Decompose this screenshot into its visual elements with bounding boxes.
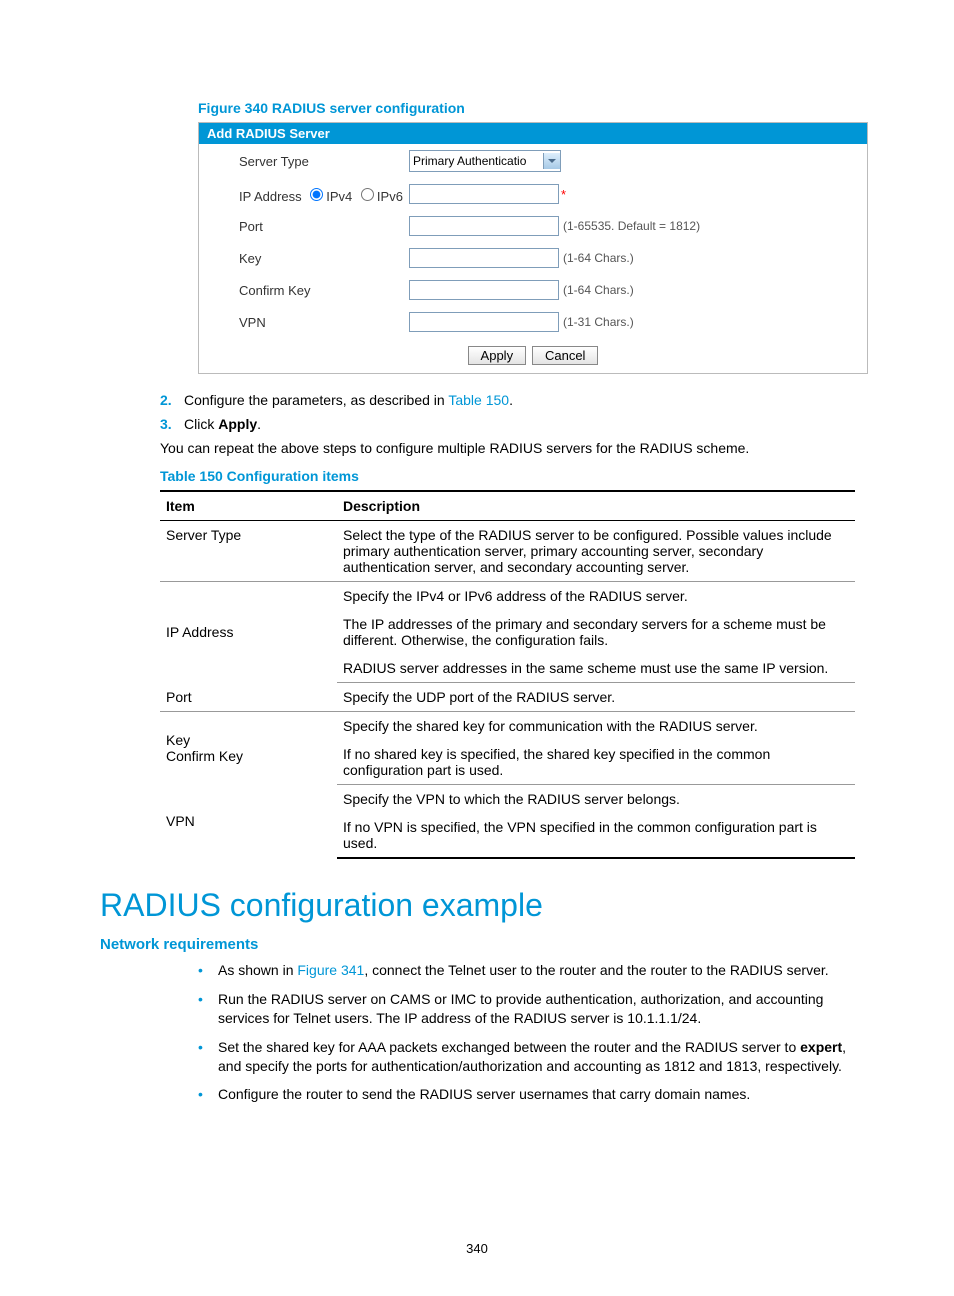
confirm-key-label: Confirm Key (239, 283, 409, 298)
r5-d2: If no VPN is specified, the VPN specifie… (337, 813, 855, 858)
table-150-link[interactable]: Table 150 (448, 392, 509, 408)
key-input[interactable] (409, 248, 559, 268)
vpn-input[interactable] (409, 312, 559, 332)
r2-d1: Specify the IPv4 or IPv6 address of the … (337, 582, 855, 611)
ip-address-input[interactable] (409, 184, 559, 204)
r2-d3: RADIUS server addresses in the same sche… (337, 654, 855, 683)
repeat-paragraph: You can repeat the above steps to config… (160, 440, 854, 456)
bullet-4: Configure the router to send the RADIUS … (198, 1085, 854, 1104)
cancel-button[interactable]: Cancel (532, 346, 598, 365)
r1-desc: Select the type of the RADIUS server to … (337, 521, 855, 582)
panel-title: Add RADIUS Server (199, 123, 867, 144)
r1-item: Server Type (160, 521, 337, 582)
vpn-label: VPN (239, 315, 409, 330)
confirm-key-input[interactable] (409, 280, 559, 300)
r3-desc: Specify the UDP port of the RADIUS serve… (337, 683, 855, 712)
key-hint: (1-64 Chars.) (563, 251, 634, 265)
th-desc: Description (337, 491, 855, 521)
chevron-down-icon[interactable] (543, 153, 560, 169)
r2-d2: The IP addresses of the primary and seco… (337, 610, 855, 654)
steps-list: 2. Configure the parameters, as describe… (160, 392, 854, 432)
radius-panel: Add RADIUS Server Server Type Primary Au… (198, 122, 868, 374)
port-label: Port (239, 219, 409, 234)
bullet-2: Run the RADIUS server on CAMS or IMC to … (198, 990, 854, 1028)
r4-item: Key Confirm Key (160, 712, 337, 785)
figure-341-link[interactable]: Figure 341 (297, 962, 364, 978)
ip-address-label: IP Address IPv4 IPv6 (239, 185, 409, 204)
confirm-key-hint: (1-64 Chars.) (563, 283, 634, 297)
server-type-dropdown[interactable]: Primary Authenticatio (409, 150, 561, 172)
ipv4-radio[interactable] (310, 188, 323, 201)
heading-network-requirements: Network requirements (100, 936, 854, 953)
step-2: 2. Configure the parameters, as describe… (160, 392, 854, 408)
key-label: Key (239, 251, 409, 266)
r2-item: IP Address (160, 582, 337, 683)
config-table: Item Description Server Type Select the … (160, 490, 855, 859)
required-star-icon: * (561, 187, 566, 202)
port-input[interactable] (409, 216, 559, 236)
apply-button[interactable]: Apply (468, 346, 527, 365)
vpn-hint: (1-31 Chars.) (563, 315, 634, 329)
ipv6-radio[interactable] (361, 188, 374, 201)
r5-item: VPN (160, 785, 337, 859)
bullet-3: Set the shared key for AAA packets excha… (198, 1038, 854, 1076)
th-item: Item (160, 491, 337, 521)
server-type-label: Server Type (239, 154, 409, 169)
step-3: 3. Click Apply. (160, 416, 854, 432)
r4-d2: If no shared key is specified, the share… (337, 740, 855, 785)
port-hint: (1-65535. Default = 1812) (563, 219, 700, 233)
page-number: 340 (0, 1241, 954, 1256)
heading-radius-example: RADIUS configuration example (100, 887, 854, 924)
r3-item: Port (160, 683, 337, 712)
table-caption: Table 150 Configuration items (160, 468, 854, 484)
r4-d1: Specify the shared key for communication… (337, 712, 855, 741)
bullet-1: As shown in Figure 341, connect the Teln… (198, 961, 854, 980)
figure-caption: Figure 340 RADIUS server configuration (198, 100, 854, 116)
network-bullets: As shown in Figure 341, connect the Teln… (198, 961, 854, 1104)
server-type-value: Primary Authenticatio (410, 154, 526, 168)
r5-d1: Specify the VPN to which the RADIUS serv… (337, 785, 855, 814)
